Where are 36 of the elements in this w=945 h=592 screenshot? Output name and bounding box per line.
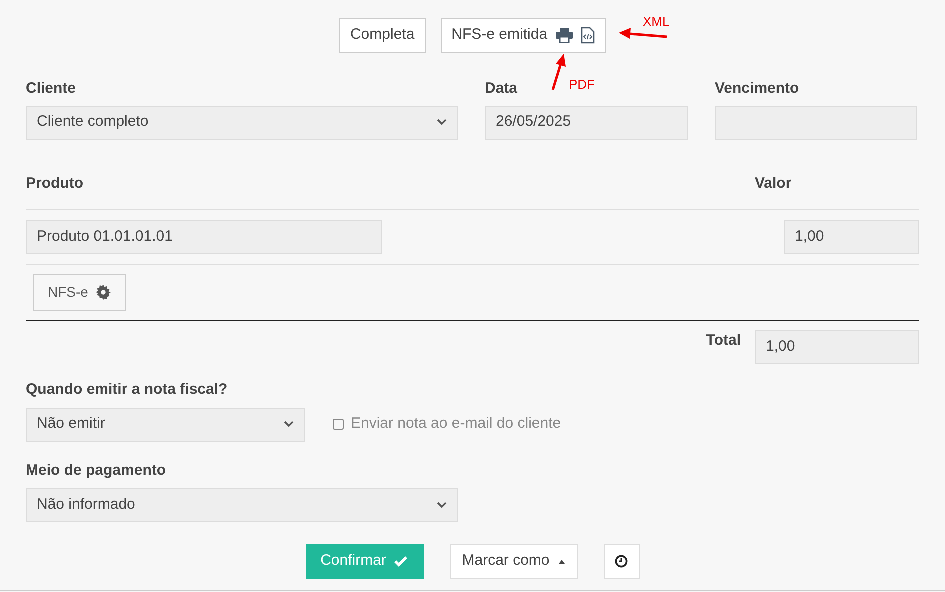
select-field[interactable]: Cliente completo (26, 106, 458, 140)
clock-icon (615, 555, 628, 568)
code-file-icon[interactable] (580, 27, 595, 44)
chevron-icon (437, 502, 447, 508)
nfse-button[interactable]: NFS-e (33, 274, 126, 311)
status-button[interactable]: NFS-e emitida (440, 18, 606, 53)
chevron-icon (437, 119, 447, 126)
chevron-icon (284, 421, 294, 428)
field-label: Quando emitir a nota fiscal? (26, 380, 228, 400)
field-label: Total (706, 331, 741, 351)
mark-as-button[interactable]: Marcar como (450, 544, 578, 579)
checkbox-label: Enviar nota ao e-mail do cliente (351, 414, 562, 434)
gear-icon (96, 285, 112, 300)
select-field[interactable]: Não emitir (26, 408, 305, 442)
field-label: Vencimento (715, 79, 800, 99)
printer-icon[interactable] (556, 28, 573, 43)
annotation-label: XML (643, 13, 670, 31)
check-icon (394, 556, 408, 567)
caret-icon (558, 560, 565, 564)
annotation-arrow (552, 54, 566, 90)
history-button[interactable] (604, 544, 640, 579)
date-field[interactable] (715, 106, 917, 140)
field-label: Meio de pagamento (26, 460, 166, 480)
total-field[interactable]: 1,00 (755, 330, 919, 364)
status-button[interactable]: Completa (339, 18, 426, 53)
value-field[interactable]: 1,00 (784, 220, 919, 254)
product-field[interactable]: Produto 01.01.01.01 (26, 220, 382, 254)
field-label: Valor (755, 174, 793, 194)
annotation-label: PDF (569, 76, 595, 94)
checkbox[interactable] (333, 419, 344, 430)
select-field[interactable]: Não informado (26, 488, 458, 522)
field-label: Produto (26, 174, 84, 194)
field-label: Cliente (26, 79, 76, 99)
annotation-arrow (619, 28, 668, 39)
field-label: Data (485, 79, 518, 99)
date-field[interactable]: 26/05/2025 (485, 106, 688, 140)
